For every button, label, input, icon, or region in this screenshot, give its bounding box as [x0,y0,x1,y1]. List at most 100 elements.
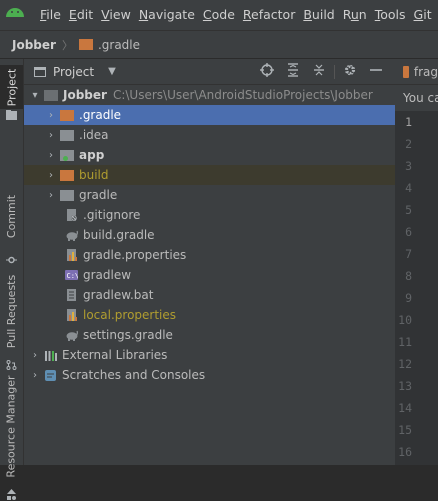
tree-row-gitignore[interactable]: .gitignore [24,205,395,225]
menu-navigate[interactable]: Navigate [135,0,199,30]
line-number: 10 [398,313,412,327]
module-folder-icon [60,149,74,161]
folder-icon [60,189,74,201]
tab-commit[interactable]: Commit [0,189,23,243]
folder-icon [60,129,74,141]
project-view-title[interactable]: Project [53,65,94,79]
tree-row-build-gradle[interactable]: build.gradle [24,225,395,245]
tree-row-label: gradle.properties [83,248,187,262]
locate-icon[interactable] [254,63,280,81]
line-number: 2 [405,137,412,151]
line-number-gutter: 1 2 3 4 5 6 7 8 9 10 11 12 13 14 15 16 [395,111,438,465]
tree-row-jobber[interactable]: ▾ Jobber C:\Users\User\AndroidStudioProj… [24,85,395,105]
commit-icon [6,256,17,264]
tree-row-build-dir[interactable]: › build [24,165,395,185]
tree-row-label: External Libraries [62,348,168,362]
line-number: 16 [398,445,412,459]
tree-row-gradle-dir[interactable]: › .gradle [24,105,395,125]
line-number: 9 [405,291,412,305]
text-file-icon [67,288,76,301]
project-view-icon [34,66,46,77]
svg-text:C:\: C:\ [67,272,79,280]
editor-tab-bar: frag [395,59,438,85]
menu-view[interactable]: View [97,0,135,30]
pull-request-icon [6,360,17,370]
gear-icon[interactable] [337,63,363,81]
tree-row-gradle-folder[interactable]: › gradle [24,185,395,205]
chevron-right-icon[interactable]: › [28,370,42,381]
line-number: 5 [405,203,412,217]
folder-icon [78,38,93,50]
menu-git[interactable]: Git [410,0,436,30]
line-number: 14 [398,401,412,415]
tree-row-label: app [79,148,105,162]
tree-row-label: gradlew.bat [83,288,154,302]
left-tool-strip: Project Commit Pull Requests Resource Ma… [0,59,24,500]
tree-row-app[interactable]: › app [24,145,395,165]
menu-tools[interactable]: Tools [371,0,410,30]
toolbar-divider [334,65,335,79]
tree-row-external-libraries[interactable]: › External Libraries [24,345,395,365]
tab-project[interactable]: Project [0,65,23,109]
tree-row-label: Jobber [63,88,107,102]
tree-row-label: gradlew [83,268,132,282]
chevron-right-icon[interactable]: › [44,170,58,181]
project-panel-header: Project ▼ [24,59,395,85]
tree-row-label: Scratches and Consoles [62,368,206,382]
tree-row-label: build.gradle [83,228,155,242]
tree-row-gradlew-bat[interactable]: gradlew.bat [24,285,395,305]
properties-file-icon [67,248,77,261]
layout-file-icon [403,65,409,78]
tree-row-scratches[interactable]: › Scratches and Consoles [24,365,395,385]
chevron-down-icon[interactable]: ▼ [108,66,116,77]
breadcrumb-project[interactable]: Jobber [12,38,56,52]
chevron-right-icon[interactable]: › [44,130,58,141]
line-number: 3 [405,159,412,173]
chevron-right-icon[interactable]: › [44,110,58,121]
menu-file[interactable]: File [36,0,65,30]
project-folder-icon [6,110,17,120]
line-number: 12 [398,357,412,371]
breadcrumb-current[interactable]: .gradle [78,38,140,52]
tree-row-label: .idea [79,128,109,142]
minimize-icon[interactable] [363,63,389,81]
chevron-right-icon[interactable]: › [44,150,58,161]
android-studio-logo-icon [0,0,36,30]
project-path: C:\Users\User\AndroidStudioProjects\Jobb… [112,88,373,102]
folder-icon [60,169,74,181]
tree-row-idea[interactable]: › .idea [24,125,395,145]
chevron-right-icon[interactable]: › [44,190,58,201]
chevron-right-icon[interactable]: › [28,350,42,361]
menu-edit[interactable]: Edit [65,0,97,30]
editor-tab[interactable]: frag [414,65,438,79]
tree-row-label: gradle [79,188,118,202]
tree-row-gradle-properties[interactable]: gradle.properties [24,245,395,265]
tree-row-label: build [79,168,109,182]
folder-icon [60,109,74,121]
tab-pull-requests[interactable]: Pull Requests [0,269,23,353]
properties-file-icon [67,308,77,321]
menu-build[interactable]: Build [299,0,338,30]
navigation-breadcrumb: Jobber 〉 .gradle [0,30,438,59]
menu-run[interactable]: Run [339,0,371,30]
gitignore-file-icon [67,208,77,221]
resource-manager-icon [7,489,16,500]
line-number: 1 [405,115,412,129]
collapse-all-icon[interactable] [306,63,332,81]
breadcrumb-separator: 〉 [61,38,73,52]
project-tree: ▾ Jobber C:\Users\User\AndroidStudioProj… [24,85,395,385]
expand-all-icon[interactable] [280,63,306,81]
line-number: 8 [405,269,412,283]
tree-row-gradlew[interactable]: C:\ gradlew [24,265,395,285]
tree-row-label: settings.gradle [83,328,173,342]
menu-refactor[interactable]: Refactor [239,0,299,30]
chevron-down-icon[interactable]: ▾ [28,90,42,101]
tree-row-local-properties[interactable]: local.properties [24,305,395,325]
shell-script-icon: C:\ [65,269,79,280]
line-number: 4 [405,181,412,195]
project-tool-window: Project ▼ ▾ Jobber C:\Users\User\Android… [24,59,395,465]
menu-bar: File Edit View Navigate Code Refactor Bu… [0,0,438,30]
tree-row-settings-gradle[interactable]: settings.gradle [24,325,395,345]
menu-code[interactable]: Code [199,0,239,30]
tree-row-label: local.properties [83,308,177,322]
